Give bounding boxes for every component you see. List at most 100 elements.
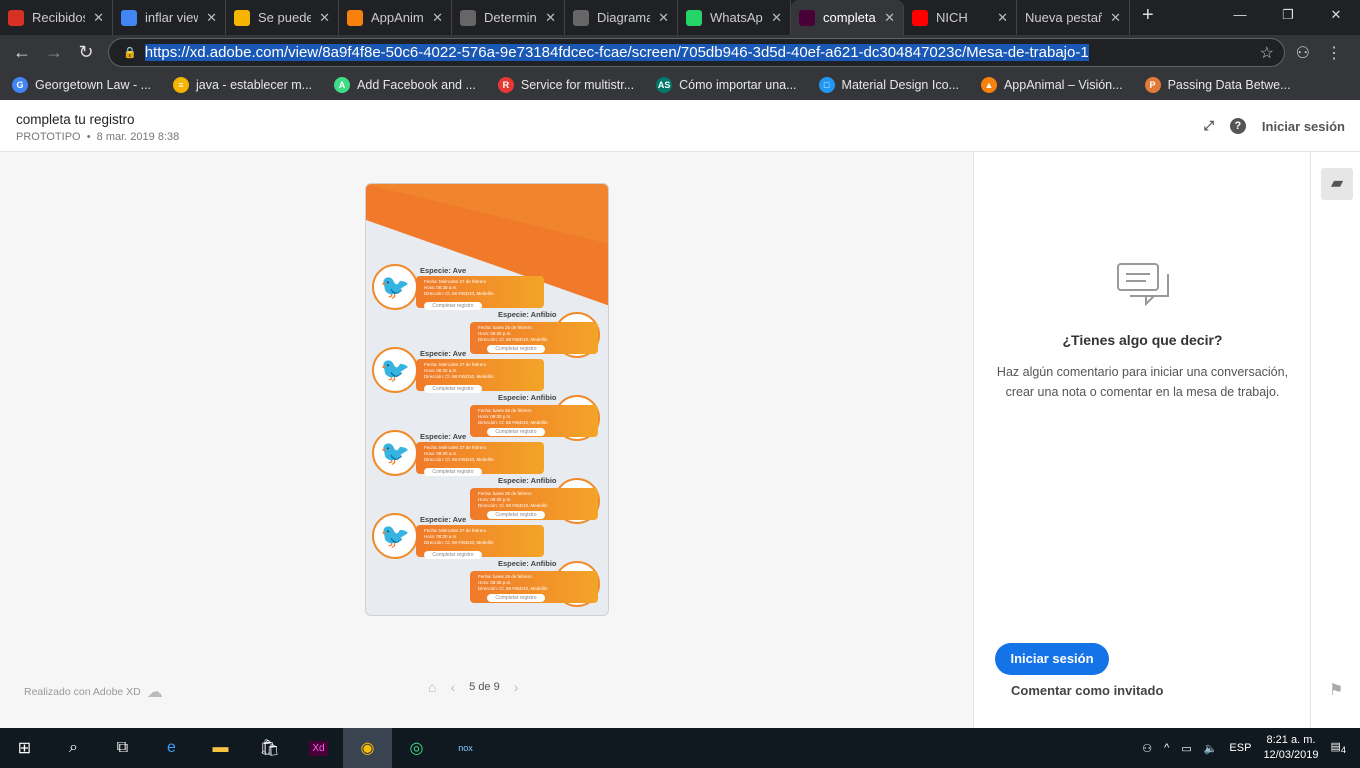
bookmark[interactable]: A Add Facebook and ... <box>334 77 476 93</box>
star-icon[interactable]: ☆ <box>1260 43 1274 63</box>
species-label: Especie: Anfibio <box>498 476 557 485</box>
browser-tab[interactable]: Nueva pestaña ✕ <box>1017 0 1130 35</box>
login-button[interactable]: Iniciar sesión <box>995 643 1109 675</box>
edge-icon[interactable]: e <box>147 728 196 768</box>
guest-comment-link[interactable]: Comentar como invitado <box>1011 683 1163 698</box>
species-label: Especie: Anfibio <box>498 559 557 568</box>
flag-icon[interactable]: ⚑ <box>1329 680 1343 700</box>
bookmark[interactable]: R Service for multistr... <box>497 77 634 93</box>
page-indicator: 5 de 9 <box>469 681 500 693</box>
tab-close-icon[interactable]: ✕ <box>93 10 104 26</box>
bookmark[interactable]: ≡ java - establecer m... <box>173 77 312 93</box>
artboard[interactable]: 🐦 Especie: Ave Fecha: Miércoles 27 de feb… <box>365 183 609 616</box>
made-with-label: Realizado con Adobe XD <box>24 686 141 698</box>
chrome-icon[interactable]: ◉ <box>343 728 392 768</box>
bookmark-icon: ▲ <box>980 77 997 93</box>
anfibio-card: 🐸Especie: Anfibio Fecha: lunes 25 de feb… <box>366 559 606 615</box>
tab-close-icon[interactable]: ✕ <box>319 10 330 26</box>
clock-time: 8:21 a. m. <box>1266 734 1316 746</box>
comments-icon <box>1117 263 1169 307</box>
tab-close-icon[interactable]: ✕ <box>432 10 443 26</box>
new-tab-button[interactable]: + <box>1130 0 1166 35</box>
home-icon[interactable]: ⌂ <box>428 679 436 695</box>
url-text[interactable]: https://xd.adobe.com/view/8a9f4f8e-50c6-… <box>144 44 1089 61</box>
complete-registration-button[interactable]: Completar registro <box>424 468 482 476</box>
nox-icon[interactable]: nox <box>441 728 490 768</box>
notifications-icon[interactable]: ▤4 <box>1331 740 1347 755</box>
complete-registration-button[interactable]: Completar registro <box>487 594 545 602</box>
firebase-icon <box>347 9 363 26</box>
browser-tab[interactable]: Se puede ✕ <box>226 0 339 35</box>
network-icon[interactable]: ▭ <box>1181 742 1191 755</box>
fullscreen-icon[interactable]: ⤢ <box>1204 118 1214 134</box>
maximize-button[interactable]: ❐ <box>1264 0 1312 30</box>
browser-tab[interactable]: Recibidos ✕ <box>0 0 113 35</box>
extension-icon[interactable]: ⚇ <box>1296 43 1310 63</box>
address-text: Dirección: Cl. 58 #45D10, Medellín <box>478 420 548 425</box>
close-button[interactable]: ✕ <box>1312 0 1360 30</box>
android-studio-icon[interactable]: ◎ <box>392 728 441 768</box>
bookmark-label: Add Facebook and ... <box>357 78 476 92</box>
comment-toggle-icon[interactable]: ▰ <box>1321 168 1353 200</box>
tab-title: WhatsApp <box>710 10 763 25</box>
bookmark-label: Cómo importar una... <box>679 78 797 92</box>
start-icon[interactable]: ⊞ <box>0 728 49 768</box>
tab-close-icon[interactable]: ✕ <box>1110 10 1121 26</box>
tab-close-icon[interactable]: ✕ <box>545 10 556 26</box>
bookmark-icon: R <box>497 77 514 93</box>
species-label: Especie: Ave <box>420 266 467 275</box>
stackoverflow-icon <box>234 9 250 26</box>
bookmark[interactable]: AS Cómo importar una... <box>656 77 797 93</box>
explorer-icon[interactable]: ▬ <box>196 728 245 768</box>
reload-icon[interactable]: ↻ <box>70 42 102 63</box>
tab-title: Nueva pestaña <box>1025 10 1102 25</box>
address-text: Dirección: Cl. 58 #45D10, Medellín <box>424 374 494 379</box>
tab-close-icon[interactable]: ✕ <box>884 10 895 26</box>
language-indicator[interactable]: ESP <box>1229 742 1251 754</box>
tab-title: inflar view <box>145 10 199 25</box>
tab-close-icon[interactable]: ✕ <box>771 10 782 26</box>
tab-close-icon[interactable]: ✕ <box>997 10 1008 26</box>
people-icon[interactable]: ⚇ <box>1142 742 1152 755</box>
search-icon[interactable]: ⌕ <box>49 728 98 768</box>
browser-tab[interactable]: NICH ✕ <box>904 0 1017 35</box>
menu-icon[interactable]: ⋮ <box>1326 43 1342 63</box>
tab-close-icon[interactable]: ✕ <box>658 10 669 26</box>
url-field[interactable]: 🔒 https://xd.adobe.com/view/8a9f4f8e-50c… <box>108 38 1285 67</box>
help-icon[interactable]: ? <box>1229 118 1246 134</box>
bookmark[interactable]: P Passing Data Betwe... <box>1144 77 1291 93</box>
browser-tab[interactable]: Diagrama ✕ <box>565 0 678 35</box>
bookmark-icon: P <box>1144 77 1161 93</box>
minimize-button[interactable]: — <box>1216 0 1264 30</box>
browser-tab[interactable]: Determin ✕ <box>452 0 565 35</box>
browser-tab[interactable]: AppAnimal ✕ <box>339 0 452 35</box>
prototype-canvas: 🐦 Especie: Ave Fecha: Miércoles 27 de feb… <box>0 152 973 728</box>
tab-title: completa <box>823 10 876 25</box>
forward-icon[interactable]: → <box>38 42 70 63</box>
browser-tab[interactable]: completa ✕ <box>791 0 904 35</box>
complete-registration-button[interactable]: Completar registro <box>424 302 482 310</box>
bookmark[interactable]: G Georgetown Law - ... <box>12 77 151 93</box>
bookmark[interactable]: ▲ AppAnimal – Visión... <box>980 77 1123 93</box>
prev-icon[interactable]: ‹ <box>450 679 455 695</box>
complete-registration-button[interactable]: Completar registro <box>424 551 482 559</box>
back-icon[interactable]: ← <box>6 42 38 63</box>
clock-date: 12/03/2019 <box>1263 749 1319 761</box>
task-view-icon[interactable]: ⧉ <box>98 728 147 768</box>
volume-icon[interactable]: 🔈 <box>1204 742 1218 755</box>
tab-title: Determin <box>484 10 537 25</box>
xd-app-icon[interactable]: Xd <box>294 728 343 768</box>
tray-chevron-icon[interactable]: ^ <box>1164 742 1169 754</box>
taskbar: ⊞ ⌕ ⧉ e ▬ 🛍 Xd ◉ ◎ nox ⚇ ^ ▭ 🔈 ESP 8:21 … <box>0 728 1360 768</box>
complete-registration-button[interactable]: Completar registro <box>424 385 482 393</box>
signin-link[interactable]: Iniciar sesión <box>1262 119 1345 134</box>
clock[interactable]: 8:21 a. m. 12/03/2019 <box>1263 733 1318 763</box>
store-icon[interactable]: 🛍 <box>245 728 294 768</box>
tab-close-icon[interactable]: ✕ <box>206 10 217 26</box>
next-icon[interactable]: › <box>514 679 519 695</box>
browser-tab[interactable]: inflar view ✕ <box>113 0 226 35</box>
comments-panel: ¿Tienes algo que decir? Haz algún coment… <box>973 152 1310 728</box>
browser-tab[interactable]: WhatsApp ✕ <box>678 0 791 35</box>
bookmark-icon: G <box>12 77 28 93</box>
bookmark[interactable]: □ Material Design Ico... <box>818 77 959 93</box>
